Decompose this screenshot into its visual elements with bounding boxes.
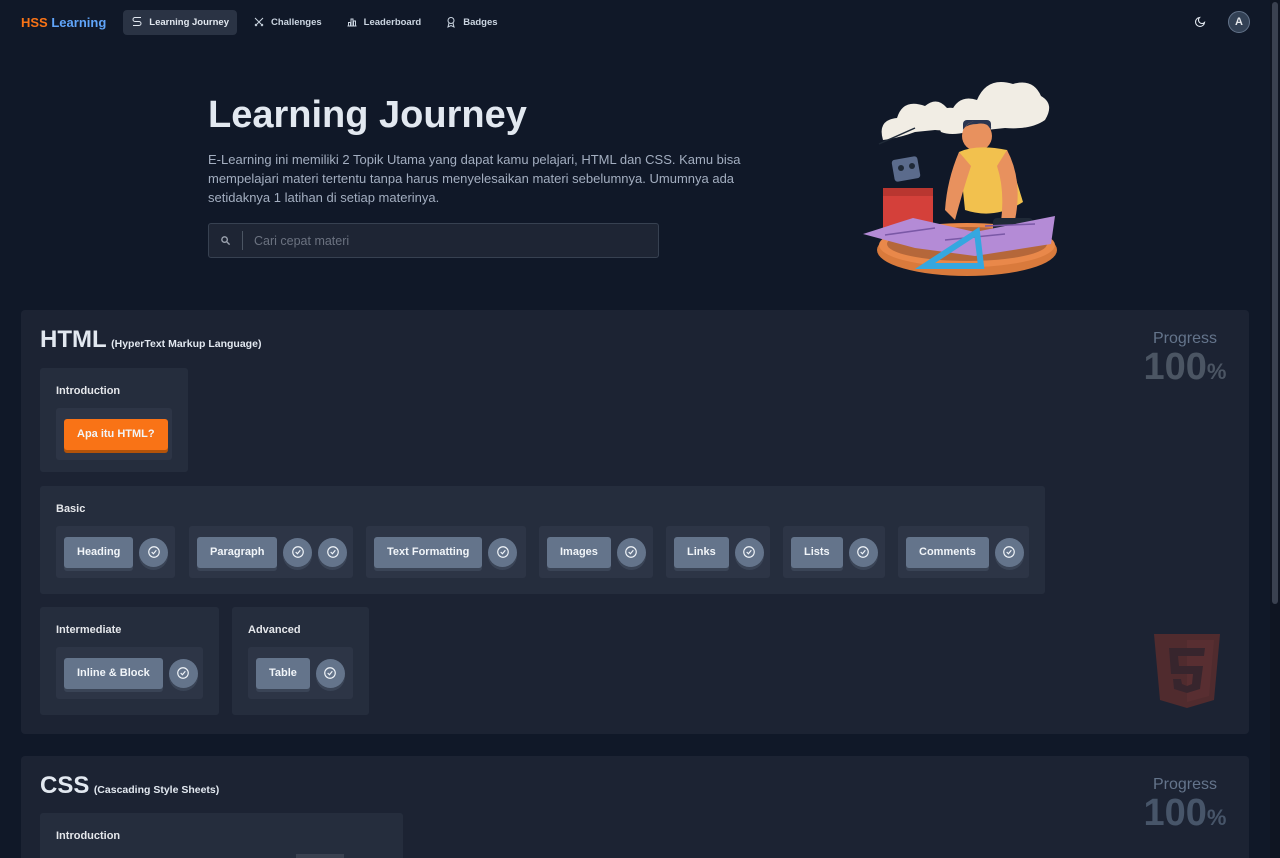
- vertical-scrollbar[interactable]: [1270, 0, 1280, 858]
- progress-html: Progress 100%: [1140, 330, 1230, 391]
- check-circle-icon[interactable]: [848, 537, 878, 567]
- nav-leaderboard-label: Leaderboard: [363, 16, 422, 28]
- group-introduction: Introduction Apa itu HTML?: [40, 368, 188, 472]
- podium-icon: [347, 18, 357, 27]
- progress-value: 100%: [1143, 792, 1227, 834]
- nav-leaderboard[interactable]: Leaderboard: [338, 10, 430, 35]
- hero-description: E-Learning ini memiliki 2 Topik Utama ya…: [208, 152, 741, 205]
- lesson-button-lists[interactable]: Lists: [791, 536, 843, 568]
- group-introduction: Introduction: [40, 813, 403, 858]
- avatar[interactable]: A: [1228, 11, 1250, 33]
- group-title: Advanced: [248, 624, 301, 636]
- group-advanced: Advanced Table: [232, 607, 369, 715]
- lesson-chip: Lists: [783, 526, 885, 578]
- nav-badges-label: Badges: [463, 16, 498, 28]
- nav-right: A: [1188, 10, 1250, 34]
- lesson-button-heading[interactable]: Heading: [64, 536, 134, 568]
- scrollbar-thumb[interactable]: [1272, 2, 1278, 604]
- check-circle-icon[interactable]: [488, 537, 518, 567]
- group-title: Basic: [56, 503, 86, 515]
- lesson-chip: Inline & Block: [56, 647, 203, 699]
- nav-learning-journey-label: Learning Journey: [149, 16, 229, 28]
- progress-css: Progress 100%: [1140, 776, 1230, 837]
- search-input[interactable]: [243, 233, 643, 248]
- nav-challenges[interactable]: Challenges: [245, 10, 330, 35]
- check-circle-icon[interactable]: [994, 537, 1024, 567]
- lesson-button-apa-itu-html[interactable]: Apa itu HTML?: [64, 418, 168, 450]
- theme-toggle-button[interactable]: [1188, 10, 1212, 34]
- progress-value: 100%: [1143, 346, 1227, 388]
- group-title: Introduction: [56, 385, 121, 397]
- group-intermediate: Intermediate Inline & Block: [40, 607, 219, 715]
- lesson-button-links[interactable]: Links: [674, 536, 729, 568]
- brand-logo[interactable]: HSS Learning: [21, 15, 106, 30]
- award-icon: [447, 17, 455, 28]
- search-box: [208, 223, 659, 258]
- check-circle-icon[interactable]: [283, 537, 313, 567]
- lesson-button-inline-block[interactable]: Inline & Block: [64, 657, 163, 689]
- check-circle-icon[interactable]: [616, 537, 646, 567]
- check-circle-icon[interactable]: [734, 537, 764, 567]
- hero-illustration: [863, 82, 1057, 276]
- html5-logo-icon: [1154, 634, 1220, 708]
- topic-title-css: CSS (Cascading Style Sheets): [40, 772, 219, 800]
- topic-card-html: HTML (HyperText Markup Language) Progres…: [21, 310, 1249, 734]
- lesson-chip: Text Formatting: [366, 526, 526, 578]
- topic-full-name: (HyperText Markup Language): [111, 338, 262, 350]
- check-circle-icon[interactable]: [139, 537, 169, 567]
- group-basic: Basic Heading Paragraph Text Formatting …: [40, 486, 1045, 594]
- moon-icon: [1194, 16, 1206, 28]
- nav-badges[interactable]: Badges: [437, 10, 505, 35]
- lesson-button-table[interactable]: Table: [256, 657, 310, 689]
- check-circle-icon[interactable]: [315, 658, 345, 688]
- lesson-chip: Apa itu HTML?: [56, 408, 172, 460]
- lesson-chip: Comments: [898, 526, 1029, 578]
- topic-title-html: HTML (HyperText Markup Language): [40, 326, 261, 354]
- brand-learning: Learning: [51, 14, 107, 30]
- check-circle-icon[interactable]: [318, 537, 348, 567]
- lesson-button-images[interactable]: Images: [547, 536, 611, 568]
- nav-challenges-label: Challenges: [270, 16, 322, 28]
- brand-hss: HSS: [21, 14, 48, 30]
- topic-card-css: CSS (Cascading Style Sheets) Progress 10…: [21, 756, 1249, 858]
- swords-icon: [254, 17, 264, 27]
- horizontal-scrollbar-thumb[interactable]: [296, 854, 344, 858]
- lesson-chip: Links: [666, 526, 770, 578]
- check-circle-icon[interactable]: [168, 658, 198, 688]
- lesson-chip: Paragraph: [189, 526, 353, 578]
- search-icon: [209, 231, 243, 250]
- top-navbar: HSS Learning Learning Journey Challenges…: [0, 0, 1270, 44]
- lesson-chip: Table: [248, 647, 353, 699]
- lesson-chip: Heading: [56, 526, 175, 578]
- page-title: Learning Journey: [208, 94, 527, 136]
- topic-name: CSS: [40, 772, 90, 799]
- lesson-button-paragraph[interactable]: Paragraph: [197, 536, 278, 568]
- topic-full-name: (Cascading Style Sheets): [93, 784, 220, 796]
- lesson-button-comments[interactable]: Comments: [906, 536, 989, 568]
- lesson-button-text-formatting[interactable]: Text Formatting: [374, 536, 483, 568]
- nav-learning-journey[interactable]: Learning Journey: [123, 9, 237, 35]
- lesson-chip: Images: [539, 526, 653, 578]
- group-title: Intermediate: [56, 624, 122, 636]
- route-icon: [132, 17, 142, 26]
- group-title: Introduction: [56, 830, 121, 842]
- topic-name: HTML: [40, 326, 107, 353]
